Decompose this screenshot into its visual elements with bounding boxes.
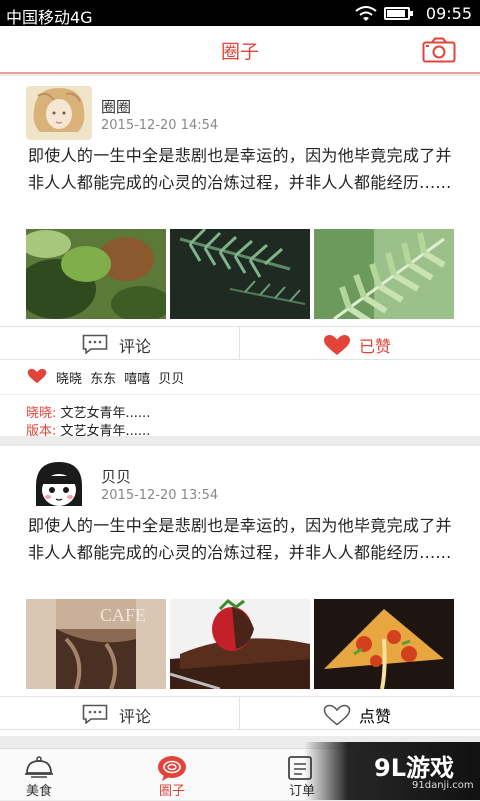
tab-label: 美食	[25, 784, 52, 799]
cloche-icon	[25, 756, 53, 778]
heart-outline-icon	[323, 704, 351, 726]
comment-label: 评论	[119, 337, 152, 356]
comment-author: 晓晓:	[26, 406, 57, 421]
likers-names[interactable]: 晓晓 东东 嘻嘻 贝贝	[56, 368, 184, 387]
avatar[interactable]	[26, 86, 92, 140]
post-card: 圈圈 2015-12-20 14:54 即使人的一生中全是悲剧也是幸运的，因为他…	[0, 76, 480, 439]
post-photo[interactable]: CAFE	[26, 599, 166, 689]
wifi-icon	[355, 6, 377, 21]
photo-grid: CAFE	[26, 599, 454, 689]
avatar[interactable]	[26, 456, 92, 510]
photo-caption: CAFE	[100, 605, 146, 625]
likers-row: 晓晓 东东 嘻嘻 贝贝	[0, 364, 480, 390]
post-actions: 评论 已赞	[0, 326, 480, 360]
clock-text: 09:55	[425, 4, 472, 23]
camera-icon[interactable]	[422, 37, 456, 63]
post-photo[interactable]	[314, 599, 454, 689]
heart-filled-icon	[324, 335, 350, 355]
username[interactable]: 圈圈	[101, 96, 131, 117]
comment-button[interactable]: 评论	[0, 327, 240, 360]
photo-grid	[26, 229, 454, 319]
post-card: 贝贝 2015-12-20 13:54 即使人的一生中全是悲剧也是幸运的，因为他…	[0, 446, 480, 736]
comment-label: 评论	[119, 707, 152, 726]
comment-icon	[82, 334, 108, 354]
battery-icon	[384, 7, 413, 20]
tab-food[interactable]: 美食	[0, 749, 94, 801]
app-header: 圈子	[0, 26, 480, 74]
chat-bubble-icon	[158, 756, 186, 781]
username[interactable]: 贝贝	[101, 466, 131, 487]
post-actions: 评论 点赞	[0, 696, 480, 730]
tab-circle[interactable]: 圈子	[117, 749, 227, 801]
carrier-text: 中国移动4G	[6, 8, 93, 27]
post-time: 2015-12-20 14:54	[101, 118, 219, 133]
watermark: 9L游戏 91danji.com	[304, 742, 480, 800]
comment-icon	[82, 704, 108, 724]
post-photo[interactable]	[26, 229, 166, 319]
like-label: 点赞	[359, 707, 392, 726]
comment-text: 文艺女青年......	[60, 424, 151, 439]
post-time: 2015-12-20 13:54	[101, 488, 219, 503]
status-bar: 中国移动4G 09:55	[0, 0, 480, 27]
post-photo[interactable]	[314, 229, 454, 319]
like-button[interactable]: 点赞	[240, 697, 480, 730]
comment-text: 文艺女青年......	[60, 406, 151, 421]
like-label: 已赞	[359, 337, 392, 356]
watermark-logo: 9L游戏	[374, 754, 454, 782]
comment-list: 晓晓: 文艺女青年...... 版本: 文艺女青年......	[0, 394, 480, 439]
comment-author: 版本:	[26, 424, 57, 439]
comment-item[interactable]: 晓晓: 文艺女青年......	[26, 402, 150, 421]
post-photo[interactable]	[170, 229, 310, 319]
comment-item[interactable]: 版本: 文艺女青年......	[26, 420, 150, 439]
post-photo[interactable]	[170, 599, 310, 689]
comment-button[interactable]: 评论	[0, 697, 240, 730]
page-title: 圈子	[220, 41, 259, 63]
like-button[interactable]: 已赞	[240, 327, 480, 360]
heart-icon	[27, 368, 47, 384]
post-text: 即使人的一生中全是悲剧也是幸运的，因为他毕竟完成了并非人人都能完成的心灵的冶炼过…	[28, 146, 452, 192]
watermark-site: 91danji.com	[412, 780, 474, 791]
post-text: 即使人的一生中全是悲剧也是幸运的，因为他毕竟完成了并非人人都能完成的心灵的冶炼过…	[28, 516, 452, 562]
tab-label: 圈子	[158, 784, 185, 799]
